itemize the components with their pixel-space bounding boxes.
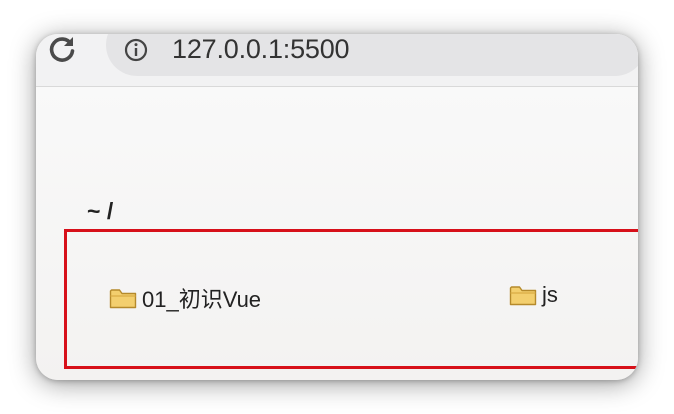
browser-toolbar: 127.0.0.1:5500 [36, 34, 638, 87]
folder-name: js [542, 282, 558, 307]
folder-name: 01_初识Vue [142, 287, 262, 312]
reload-button[interactable] [42, 34, 82, 64]
folder-link-01-vue[interactable]: 01_初识Vue [109, 282, 261, 314]
url-text[interactable]: 127.0.0.1:5500 [172, 34, 350, 65]
file-list-box: 01_初识Vue js [64, 229, 638, 369]
directory-path-heading: ~ / [87, 198, 114, 224]
folder-icon [509, 286, 537, 306]
folder-icon [109, 289, 137, 309]
browser-window: 127.0.0.1:5500 ~ / 01_初识Vue js [36, 34, 638, 380]
info-icon[interactable] [124, 38, 148, 62]
folder-link-js[interactable]: js [509, 282, 558, 308]
reload-icon [49, 37, 75, 62]
